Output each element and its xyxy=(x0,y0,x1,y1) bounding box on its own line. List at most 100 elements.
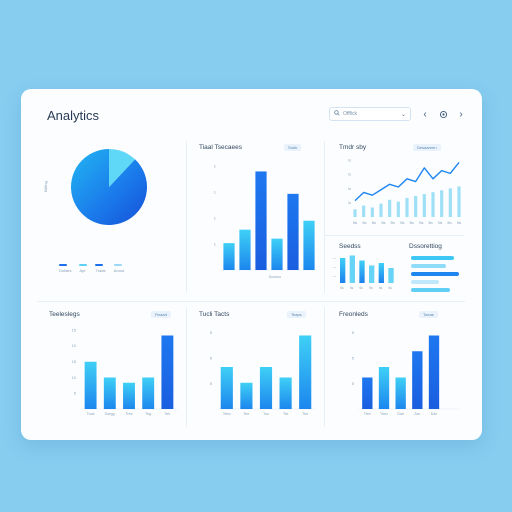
bar xyxy=(240,382,253,409)
x-tick-label: 5ts xyxy=(419,221,424,225)
bar xyxy=(271,238,283,270)
x-tick-label: 6s xyxy=(369,286,373,290)
bar xyxy=(362,377,373,409)
y-tick-label: 5 xyxy=(210,381,213,386)
pie-chart xyxy=(70,149,147,225)
legend-item: Dollars xyxy=(59,264,71,273)
panel-title-dssorettiog: Dssorettiog xyxy=(409,243,442,250)
panel-title-bottom-right: Freonleds xyxy=(339,311,368,318)
panel-filter-bottom-right[interactable]: Toeas xyxy=(419,311,438,318)
x-tick-label: Dargg xyxy=(105,412,115,416)
legend-label: Aoout xyxy=(113,268,125,273)
bar xyxy=(255,171,267,270)
x-tick-label: 5ts xyxy=(457,221,462,225)
bar xyxy=(414,196,418,217)
x-tick-label: Zac xyxy=(414,412,420,416)
bar xyxy=(340,258,346,283)
x-tick-label: 5ts xyxy=(447,221,452,225)
bar xyxy=(223,243,235,270)
bar xyxy=(161,335,174,409)
bar-chart-seeds: — — — 6s 6s 6s 6s 6s 6s xyxy=(333,255,394,290)
bar xyxy=(353,209,357,217)
bar-chart-bottom-left: 5 10 15 10 15 Took Dargg Tree Tbg Teh xyxy=(72,327,177,416)
panel-title-top-middle: Tiaal Tsecaees xyxy=(199,144,242,151)
divider xyxy=(37,301,465,302)
bar xyxy=(428,335,440,409)
bar xyxy=(299,335,312,409)
bar xyxy=(220,367,233,409)
x-tick-label: 6s xyxy=(360,286,364,290)
x-tick-label: Too xyxy=(263,412,269,416)
bar xyxy=(395,377,406,409)
bar xyxy=(362,205,366,217)
x-tick-label: 6s xyxy=(350,286,354,290)
bar xyxy=(431,192,435,217)
x-tick-label: 6s xyxy=(389,286,393,290)
search-input[interactable]: Offfick ⌄ xyxy=(329,107,411,121)
bar xyxy=(287,193,299,270)
y-tick-label: 5 xyxy=(210,330,213,335)
pie-legend: Dollars Apr Trade Aoout xyxy=(59,264,124,273)
y-tick-label: 5 xyxy=(352,356,355,361)
bar-chart-bottom-middle: 5 5 5 Teeo Tee Too Tbt Tbe xyxy=(210,330,315,416)
bar xyxy=(303,220,315,270)
x-tick-label: 5ts xyxy=(391,221,396,225)
x-tick-label: Ttex xyxy=(364,412,371,416)
y-tick-label: 15 xyxy=(72,327,77,332)
y-tick-label: 10 xyxy=(72,375,77,380)
panel-filter-top-right[interactable]: Desaarnen xyxy=(413,144,441,151)
page-title: Analytics xyxy=(47,108,100,123)
x-tick-label: Dah xyxy=(397,412,404,416)
y-tick-label: 5 xyxy=(352,330,355,335)
bar xyxy=(405,197,409,217)
chevron-left-icon[interactable]: ‹ xyxy=(419,107,431,121)
chevron-down-icon[interactable]: ⌄ xyxy=(401,111,406,118)
bar xyxy=(359,260,365,283)
bar xyxy=(388,268,394,283)
y-tick-label: ts xyxy=(348,187,351,191)
x-tick-label: 5ts xyxy=(400,221,405,225)
y-tick-label: 15 xyxy=(72,359,77,364)
bar xyxy=(370,207,374,217)
hbar xyxy=(411,272,459,276)
x-tick-label: 6s xyxy=(340,286,344,290)
y-tick-label: 1 xyxy=(214,241,217,246)
x-tick-label: Teh xyxy=(165,412,171,416)
x-tick-label: Tbt xyxy=(283,412,288,416)
bar xyxy=(379,203,383,217)
y-tick-mark: — xyxy=(333,256,337,260)
bar xyxy=(412,351,423,409)
x-tick-label: 5ts xyxy=(372,221,377,225)
series-line xyxy=(354,162,460,202)
y-tick-label: 1 xyxy=(214,163,217,168)
settings-icon[interactable] xyxy=(437,107,449,121)
bar xyxy=(448,188,452,217)
hbar xyxy=(411,264,446,268)
search-icon xyxy=(334,110,340,118)
hbar xyxy=(411,288,450,292)
legend-label: Trade xyxy=(95,268,106,273)
legend-label: Dollars xyxy=(59,268,72,273)
x-tick-label: Tbg xyxy=(145,412,151,416)
panel-filter-bottom-left[interactable]: Rnaart xyxy=(151,311,172,318)
pie-side-label: Billing xyxy=(43,181,48,192)
chevron-right-icon[interactable]: › xyxy=(455,107,467,121)
x-tick-label: 5ts xyxy=(410,221,415,225)
bar xyxy=(103,377,116,409)
search-placeholder: Offfick xyxy=(343,111,357,117)
hbar-chart-dssorettiog xyxy=(411,256,461,296)
y-tick-label: 1 xyxy=(214,189,217,194)
panel-filter-bottom-middle[interactable]: Teaps xyxy=(287,311,306,318)
y-tick-label: 5 xyxy=(210,356,213,361)
legend-swatch xyxy=(113,264,122,266)
bar-chart-bottom-right: 5 5 5 Ttex Tbex Dah Zac Dax xyxy=(352,330,459,416)
x-tick-label: Tbex xyxy=(380,412,388,416)
y-tick-label: 10 xyxy=(72,343,77,348)
panel-filter-top-middle[interactable]: Sobb xyxy=(284,144,302,151)
legend-swatch xyxy=(79,264,88,266)
x-tick-label: Tbe xyxy=(302,412,308,416)
legend-swatch xyxy=(59,264,67,266)
bar xyxy=(259,367,273,409)
y-tick-mark: — xyxy=(333,274,337,278)
bar xyxy=(457,186,461,217)
